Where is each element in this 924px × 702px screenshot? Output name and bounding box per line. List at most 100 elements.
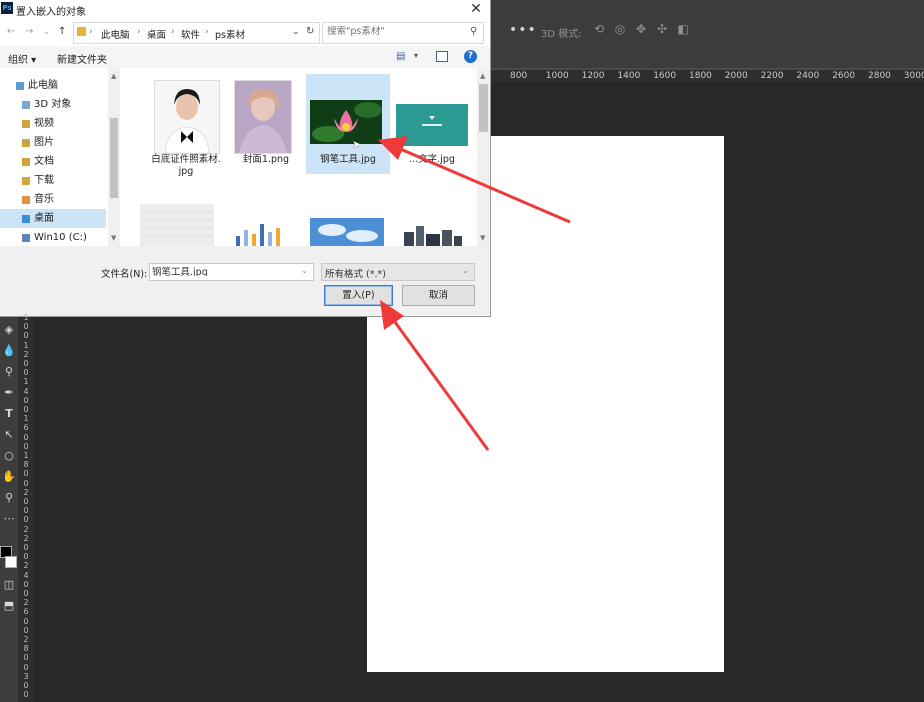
breadcrumb-ps-assets[interactable]: ps素材	[215, 27, 245, 41]
preview-pane-icon[interactable]	[436, 51, 448, 62]
chevron-down-icon[interactable]: ⌄	[301, 266, 308, 275]
nav-item-label: 桌面	[34, 213, 54, 224]
scroll-down-icon[interactable]: ▼	[111, 234, 116, 242]
ruler-tick-label: 1200	[581, 71, 605, 81]
ruler-tick-label: 2400	[796, 71, 820, 81]
nav-item-label: 下载	[34, 175, 54, 186]
breadcrumb-software[interactable]: 软件	[181, 27, 200, 41]
path-selection-icon[interactable]: ↖	[1, 427, 17, 443]
file-thumbnail-partial[interactable]	[396, 224, 466, 246]
back-arrow-icon[interactable]: ←	[7, 26, 15, 37]
nav-item-videos[interactable]: 视频	[0, 114, 106, 133]
vertical-ruler-digit: 0	[23, 322, 29, 332]
file-thumbnail-partial[interactable]	[228, 218, 298, 246]
file-thumbnail-partial[interactable]	[310, 218, 384, 246]
blur-tool-icon[interactable]: 💧	[1, 343, 17, 359]
hand-tool-icon[interactable]: ✋	[1, 469, 17, 485]
file-item-text[interactable]: ...文字.jpg	[390, 74, 474, 174]
view-dropdown-icon[interactable]: ▾	[414, 51, 418, 60]
vertical-ruler-digit: 8	[23, 644, 29, 654]
file-type-select[interactable]: 所有格式 (*.*) ⌄	[321, 263, 475, 281]
scroll-down-icon[interactable]: ▼	[480, 234, 485, 242]
nav-item-3d-objects[interactable]: 3D 对象	[0, 95, 106, 114]
pen-tool-icon[interactable]: ✒	[1, 385, 17, 401]
help-icon[interactable]: ?	[464, 50, 477, 63]
paint-bucket-icon[interactable]: ◈	[1, 322, 17, 338]
nav-item-pictures[interactable]: 图片	[0, 133, 106, 152]
nav-item-label: 音乐	[34, 194, 54, 205]
breadcrumb-separator: ›	[171, 27, 175, 37]
nav-pane-scroll-thumb[interactable]	[110, 118, 118, 198]
address-row: ← → ⌄ ↑ › 此电脑 › 桌面 › 软件 › ps素材 ⌄ ↻ ⚲	[0, 18, 490, 46]
vertical-ruler-digit: 0	[23, 432, 29, 442]
nav-item-desktop[interactable]: 桌面	[0, 209, 106, 228]
3d-orbit-icon[interactable]: ⟲	[592, 22, 606, 36]
chevron-down-icon[interactable]: ⌄	[292, 27, 300, 37]
file-thumbnail-partial[interactable]	[140, 204, 214, 246]
ruler-tick-label: 2200	[760, 71, 784, 81]
ruler-tick-label: 2600	[832, 71, 856, 81]
nav-item-documents[interactable]: 文档	[0, 152, 106, 171]
3d-slide-icon[interactable]: ✣	[655, 22, 669, 36]
3d-pan-icon[interactable]: ✥	[634, 22, 648, 36]
edit-toolbar-icon[interactable]: ⋯	[1, 511, 17, 527]
vertical-ruler-digit: 2	[23, 349, 29, 359]
type-tool-icon[interactable]: T	[1, 406, 17, 422]
file-thumbnail	[234, 80, 292, 154]
zoom-tool-icon[interactable]: ⚲	[1, 490, 17, 506]
scroll-up-icon[interactable]: ▲	[111, 72, 116, 80]
quick-mask-icon[interactable]: ◫	[1, 577, 17, 593]
file-item-pen-tool[interactable]: ➤ 钢笔工具.jpg	[306, 74, 390, 174]
desktop-folder-icon	[22, 215, 30, 223]
nav-item-label: 此电脑	[28, 80, 58, 91]
file-item-id-photo[interactable]: 白底证件照素材. jpg	[144, 74, 228, 177]
nav-item-drive-c[interactable]: Win10 (C:)	[0, 228, 106, 246]
screen-mode-icon[interactable]: ⬒	[1, 598, 17, 614]
breadcrumb-desktop[interactable]: 桌面	[147, 27, 166, 41]
forward-arrow-icon[interactable]: →	[25, 26, 33, 37]
ruler-tick-label: 1800	[689, 71, 712, 81]
filename-input[interactable]	[152, 265, 292, 276]
up-arrow-icon[interactable]: ↑	[58, 26, 66, 37]
vertical-ruler-digit: 2	[23, 635, 29, 644]
3d-mode-label: 3D 模式:	[541, 29, 582, 40]
3d-roll-icon[interactable]: ◎	[613, 22, 627, 36]
new-folder-button[interactable]: 新建文件夹	[57, 51, 107, 66]
filename-combobox: ⌄	[149, 263, 314, 281]
organize-menu-button[interactable]: 组织 ▾	[8, 51, 36, 66]
search-input[interactable]	[327, 26, 467, 37]
drive-icon	[22, 234, 30, 242]
vertical-ruler-digit: 0	[23, 681, 29, 690]
video-folder-icon	[22, 120, 30, 128]
file-thumbnail	[154, 80, 220, 154]
address-bar[interactable]: › 此电脑 › 桌面 › 软件 › ps素材 ⌄ ↻	[73, 22, 320, 44]
nav-item-downloads[interactable]: 下载	[0, 171, 106, 190]
computer-icon	[16, 82, 24, 90]
close-icon[interactable]: ✕	[467, 0, 485, 18]
recent-dropdown-icon[interactable]: ⌄	[43, 27, 50, 36]
cancel-button[interactable]: 取消	[402, 285, 475, 306]
nav-item-label: 图片	[34, 137, 54, 148]
vertical-ruler-digit: 1	[23, 414, 29, 424]
more-options-icon[interactable]: •••	[509, 22, 537, 38]
filename-label: 文件名(N):	[101, 269, 148, 280]
dialog-title-bar[interactable]: Ps 置入嵌入的对象 ✕	[0, 0, 490, 18]
nav-item-music[interactable]: 音乐	[0, 190, 106, 209]
vertical-ruler-digit: 2	[23, 487, 29, 497]
ellipse-tool-icon[interactable]: ○	[1, 448, 17, 464]
nav-item-this-pc[interactable]: 此电脑	[0, 76, 106, 95]
refresh-icon[interactable]: ↻	[306, 26, 314, 37]
breadcrumb-this-pc[interactable]: 此电脑	[101, 27, 130, 41]
place-button[interactable]: 置入(P)	[324, 285, 393, 306]
vertical-ruler-digit: 4	[23, 570, 29, 580]
file-thumbnail	[310, 100, 382, 144]
vertical-ruler-digit: 0	[23, 331, 29, 341]
dodge-tool-icon[interactable]: ⚲	[1, 364, 17, 380]
3d-scale-icon[interactable]: ◧	[676, 22, 690, 36]
scroll-up-icon[interactable]: ▲	[480, 72, 485, 80]
view-options-icon[interactable]: ▤	[396, 51, 405, 62]
file-pane-scroll-thumb[interactable]	[479, 84, 488, 132]
background-color-swatch[interactable]	[5, 556, 17, 568]
search-icon[interactable]: ⚲	[470, 26, 477, 37]
file-item-cover[interactable]: 封面1.png	[224, 74, 308, 174]
